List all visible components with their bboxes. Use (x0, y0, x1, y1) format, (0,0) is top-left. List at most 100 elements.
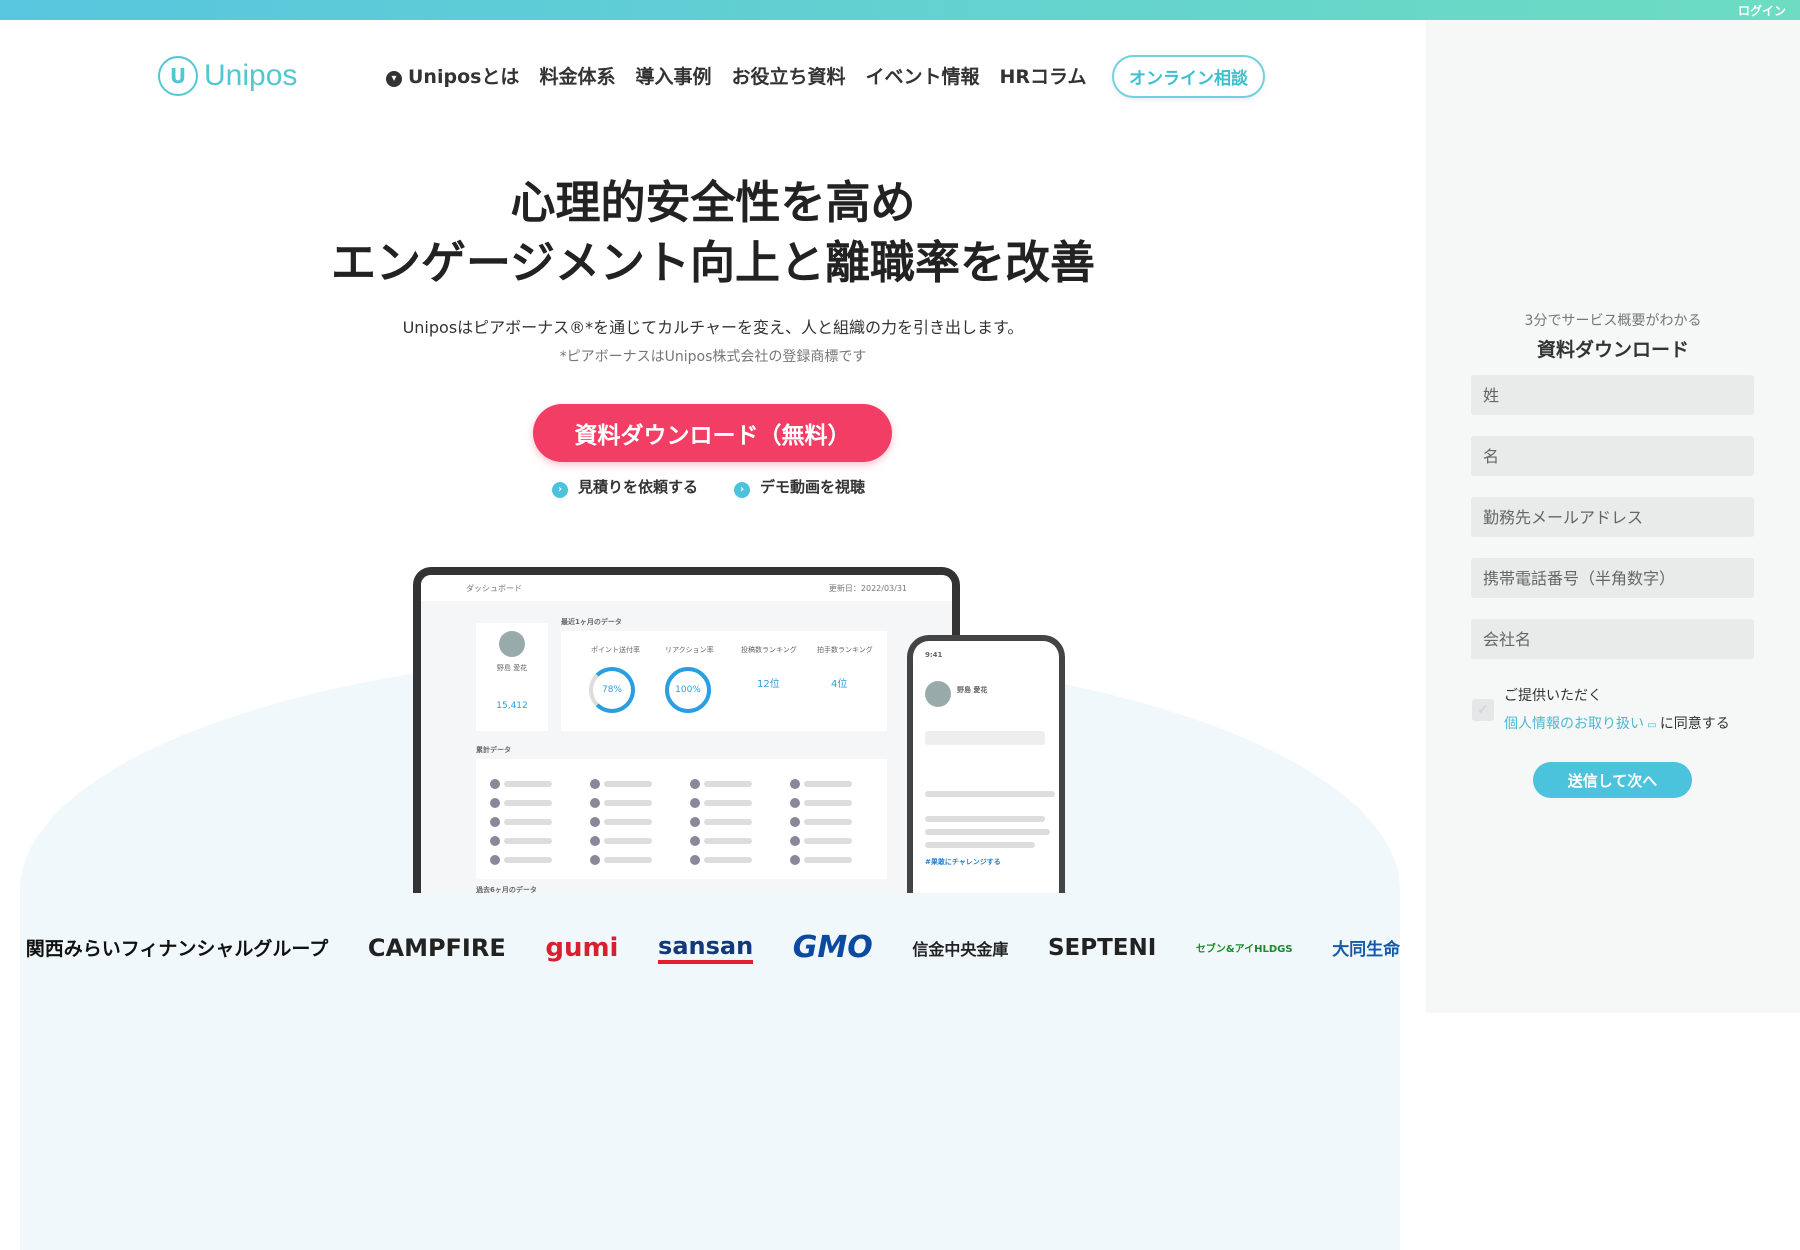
nav-about[interactable]: ▾ Uniposとは (386, 62, 519, 89)
logo-sansan: sansan (658, 932, 754, 964)
company-input[interactable] (1471, 619, 1754, 659)
logo-gumi: gumi (545, 932, 619, 963)
hero-title-line2: エンゲージメント向上と離職率を改善 (330, 236, 1096, 289)
ranking-row (804, 781, 852, 787)
metrics-card: ポイント送付率 78% リアクション率 100% 投稿数ランキング 12位 拍手… (561, 631, 887, 731)
demo-video-link[interactable]: › デモ動画を視聴 (734, 476, 865, 498)
metric-label: 拍手数ランキング (817, 646, 873, 654)
link-label: デモ動画を視聴 (760, 478, 866, 496)
ranking-row (604, 781, 652, 787)
nav-resources[interactable]: お役立ち資料 (731, 62, 845, 89)
metric-value: 4位 (831, 679, 848, 690)
ranking-avatar (590, 855, 600, 865)
download-button[interactable]: 資料ダウンロード（無料） (533, 404, 892, 462)
ranking-row (604, 838, 652, 844)
logo-gmo: GMO (792, 930, 873, 965)
logo[interactable]: U Unipos (158, 56, 297, 96)
logo-seven-i: セブン&アイHLDGS (1195, 944, 1293, 955)
ranking-avatar (790, 836, 800, 846)
ranking-card (476, 759, 887, 879)
agree-text: ご提供いただく (1504, 688, 1602, 704)
ranking-row (504, 800, 552, 806)
main-nav: ▾ Uniposとは 料金体系 導入事例 お役立ち資料 イベント情報 HRコラム (386, 62, 1086, 89)
link-label: 見積りを依頼する (578, 478, 699, 496)
agree-text-2: 個人情報のお取り扱い ▭ に同意する (1504, 713, 1730, 733)
logo-text: Unipos (204, 59, 298, 92)
logo-septeni: SEPTENI (1047, 934, 1157, 961)
ranking-row (604, 819, 652, 825)
phone-tag: #果敢にチャレンジする (925, 858, 1001, 866)
chevron-right-icon: › (552, 482, 568, 498)
ranking-row (704, 800, 752, 806)
ranking-row (804, 857, 852, 863)
chevron-right-icon: › (734, 482, 751, 498)
ranking-row (504, 781, 552, 787)
phone-time: 9:41 (925, 651, 943, 659)
secondary-links: › 見積りを依頼する › デモ動画を視聴 (552, 476, 865, 498)
agree-checkbox[interactable]: ✓ (1472, 699, 1494, 721)
ranking-row (504, 819, 552, 825)
nav-label: Uniposとは (408, 66, 520, 88)
dashboard-title: ダッシュボード (466, 584, 522, 593)
login-link[interactable]: ログイン (1738, 2, 1786, 19)
online-consult-button[interactable]: オンライン相談 (1112, 55, 1265, 98)
privacy-link[interactable]: 個人情報のお取り扱い (1504, 716, 1644, 732)
ranking-row (504, 838, 552, 844)
hero-subtitle: Uniposはピアボーナス®*を通じてカルチャーを変え、人と組織の力を引き出しま… (402, 318, 1024, 337)
phone-mockup: 9:41 野島 愛花 #果敢にチャレンジする (907, 635, 1065, 893)
phone-input[interactable] (1471, 558, 1754, 598)
ranking-row (804, 800, 852, 806)
metric-label: リアクション率 (665, 646, 714, 654)
ranking-avatar (490, 817, 500, 827)
ranking-avatar (490, 779, 500, 789)
form-title: 資料ダウンロード (1536, 339, 1689, 361)
agree-suffix: に同意する (1659, 716, 1730, 732)
points: 15,412 (496, 701, 528, 711)
top-bar: ログイン (0, 0, 1800, 20)
ranking-row (704, 857, 752, 863)
ranking-avatar (490, 836, 500, 846)
nav-events[interactable]: イベント情報 (865, 62, 979, 89)
section-title: 過去6ヶ月のデータ (476, 886, 537, 893)
metric-ring: 78% (589, 667, 635, 713)
metric-label: ポイント送付率 (591, 646, 640, 654)
nav-cases[interactable]: 導入事例 (635, 62, 711, 89)
dashboard-date: 更新日：2022/03/31 (828, 584, 907, 593)
last-name-input[interactable] (1471, 375, 1754, 415)
logo-shinkin: 信金中央金庫 (912, 939, 1009, 959)
ranking-avatar (690, 836, 700, 846)
client-logos: 関西みらいフィナンシャルグループ CAMPFIRE gumi sansan GM… (0, 930, 1426, 965)
ranking-avatar (690, 855, 700, 865)
ranking-avatar (790, 779, 800, 789)
ranking-avatar (590, 798, 600, 808)
ranking-avatar (790, 817, 800, 827)
ranking-row (704, 819, 752, 825)
ranking-avatar (490, 855, 500, 865)
email-input[interactable] (1471, 497, 1754, 537)
logo-icon: U (158, 56, 198, 96)
external-link-icon: ▭ (1644, 720, 1660, 731)
section-title: 累計データ (476, 746, 511, 754)
user-name: 野島 愛花 (496, 664, 528, 672)
nav-pricing[interactable]: 料金体系 (539, 62, 615, 89)
trademark-note: *ピアボーナスはUnipos株式会社の登録商標です (559, 349, 867, 365)
user-name: 野島 愛花 (957, 686, 988, 694)
metric-ring: 100% (665, 667, 711, 713)
ranking-avatar (790, 855, 800, 865)
ranking-avatar (590, 836, 600, 846)
ranking-avatar (690, 817, 700, 827)
ranking-row (604, 800, 652, 806)
ranking-avatar (590, 779, 600, 789)
first-name-input[interactable] (1471, 436, 1754, 476)
ranking-avatar (790, 798, 800, 808)
nav-hr-column[interactable]: HRコラム (1000, 62, 1087, 89)
logo-daido: 大同生命 (1332, 940, 1401, 960)
laptop-mockup: ダッシュボード 更新日：2022/03/31 野島 愛花 15,412 最近1ヶ月… (413, 567, 960, 893)
ranking-row (504, 857, 552, 863)
ranking-row (704, 781, 752, 787)
submit-button[interactable]: 送信して次へ (1533, 762, 1692, 798)
form-subtitle: 3分でサービス概要がわかる (1524, 313, 1702, 329)
avatar (925, 681, 951, 707)
estimate-link[interactable]: › 見積りを依頼する (552, 476, 698, 498)
metric-label: 投稿数ランキング (741, 646, 797, 654)
